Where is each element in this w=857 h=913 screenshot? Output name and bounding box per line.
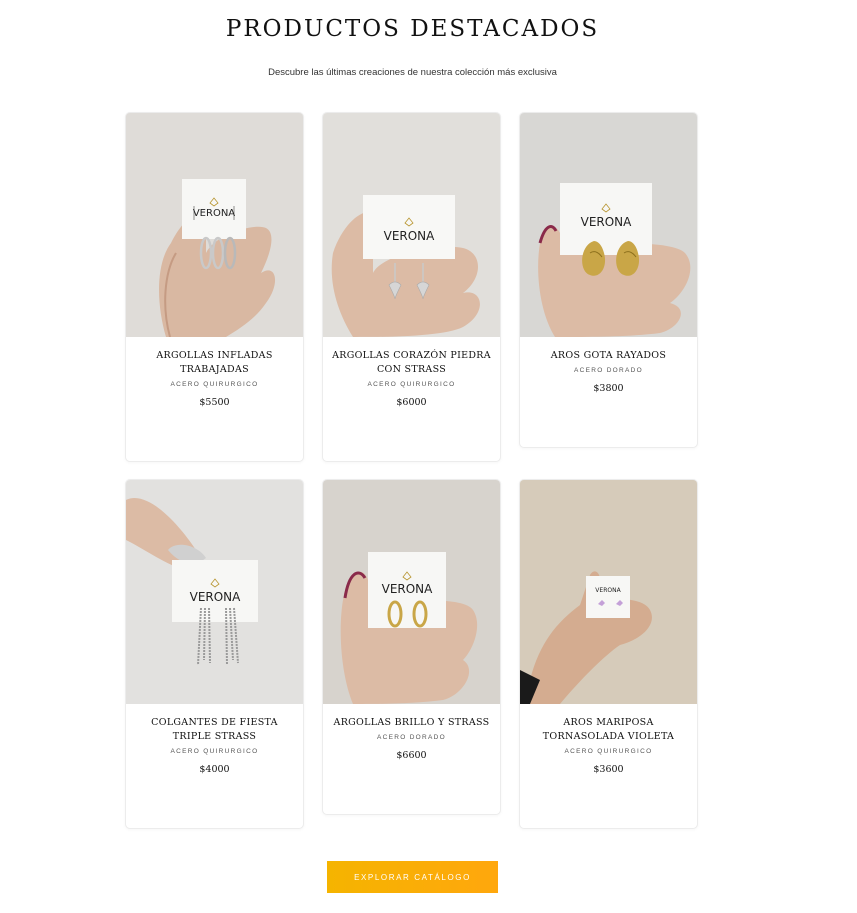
svg-text:VERONA: VERONA <box>190 590 242 604</box>
product-photo: VERONA <box>520 480 697 704</box>
product-card[interactable]: VERONA ARGOLLAS INFLADAS TRABAJADAS ACER… <box>125 112 304 462</box>
product-photo: VERONA <box>126 480 303 704</box>
product-card[interactable]: VERONA ARGOLLAS BRILLO Y STRASS ACERO DO… <box>322 479 501 815</box>
product-card[interactable]: VERONA AROS MARIPOSA TORNASOLADA VIOLETA… <box>519 479 698 829</box>
product-material: ACERO QUIRURGICO <box>170 381 259 388</box>
product-price: $6000 <box>396 397 427 408</box>
svg-text:VERONA: VERONA <box>581 215 633 229</box>
product-price: $5500 <box>199 397 230 408</box>
product-price: $6600 <box>396 750 427 761</box>
product-image[interactable]: VERONA <box>323 480 500 704</box>
section-title: PRODUCTOS DESTACADOS <box>225 16 600 42</box>
product-name[interactable]: AROS GOTA RAYADOS <box>528 349 689 363</box>
product-name[interactable]: ARGOLLAS INFLADAS TRABAJADAS <box>134 349 295 377</box>
product-image[interactable]: VERONA <box>520 113 697 337</box>
product-name[interactable]: ARGOLLAS CORAZÓN PIEDRA CON STRASS <box>331 349 492 377</box>
product-material: ACERO QUIRURGICO <box>367 381 456 388</box>
product-image[interactable]: VERONA <box>520 480 697 704</box>
product-photo: VERONA <box>323 113 500 337</box>
product-card[interactable]: VERONA ARGOLLAS CORAZÓN PIEDRA CON STRAS… <box>322 112 501 462</box>
product-material: ACERO DORADO <box>376 734 447 741</box>
product-photo: VERONA <box>520 113 697 337</box>
product-name[interactable]: COLGANTES DE FIESTA TRIPLE STRASS <box>134 716 295 744</box>
product-name[interactable]: AROS MARIPOSA TORNASOLADA VIOLETA <box>528 716 689 744</box>
product-material: ACERO DORADO <box>573 367 644 374</box>
product-card[interactable]: VERONA AROS GOTA RAYADOS ACERO DORADO $3… <box>519 112 698 448</box>
product-image[interactable]: VERONA <box>126 480 303 704</box>
product-card[interactable]: VERONA COLGANTES DE FIESTA TRIPLE STRASS… <box>125 479 304 829</box>
product-material: ACERO QUIRURGICO <box>170 748 259 755</box>
product-price: $4000 <box>199 764 230 775</box>
section-subtitle: Descubre las últimas creaciones de nuest… <box>268 67 557 78</box>
product-photo: VERONA <box>323 480 500 704</box>
product-image[interactable]: VERONA <box>323 113 500 337</box>
svg-text:VERONA: VERONA <box>382 582 434 596</box>
svg-text:VERONA: VERONA <box>595 587 621 594</box>
product-price: $3600 <box>593 764 624 775</box>
svg-text:VERONA: VERONA <box>384 229 436 243</box>
product-image[interactable]: VERONA <box>126 113 303 337</box>
verona-logo-text: VERONA <box>193 208 235 219</box>
product-photo: VERONA <box>126 113 303 337</box>
explore-catalog-button[interactable]: EXPLORAR CATÁLOGO <box>327 861 498 893</box>
product-name[interactable]: ARGOLLAS BRILLO Y STRASS <box>331 716 492 730</box>
product-price: $3800 <box>593 383 624 394</box>
product-material: ACERO QUIRURGICO <box>564 748 653 755</box>
